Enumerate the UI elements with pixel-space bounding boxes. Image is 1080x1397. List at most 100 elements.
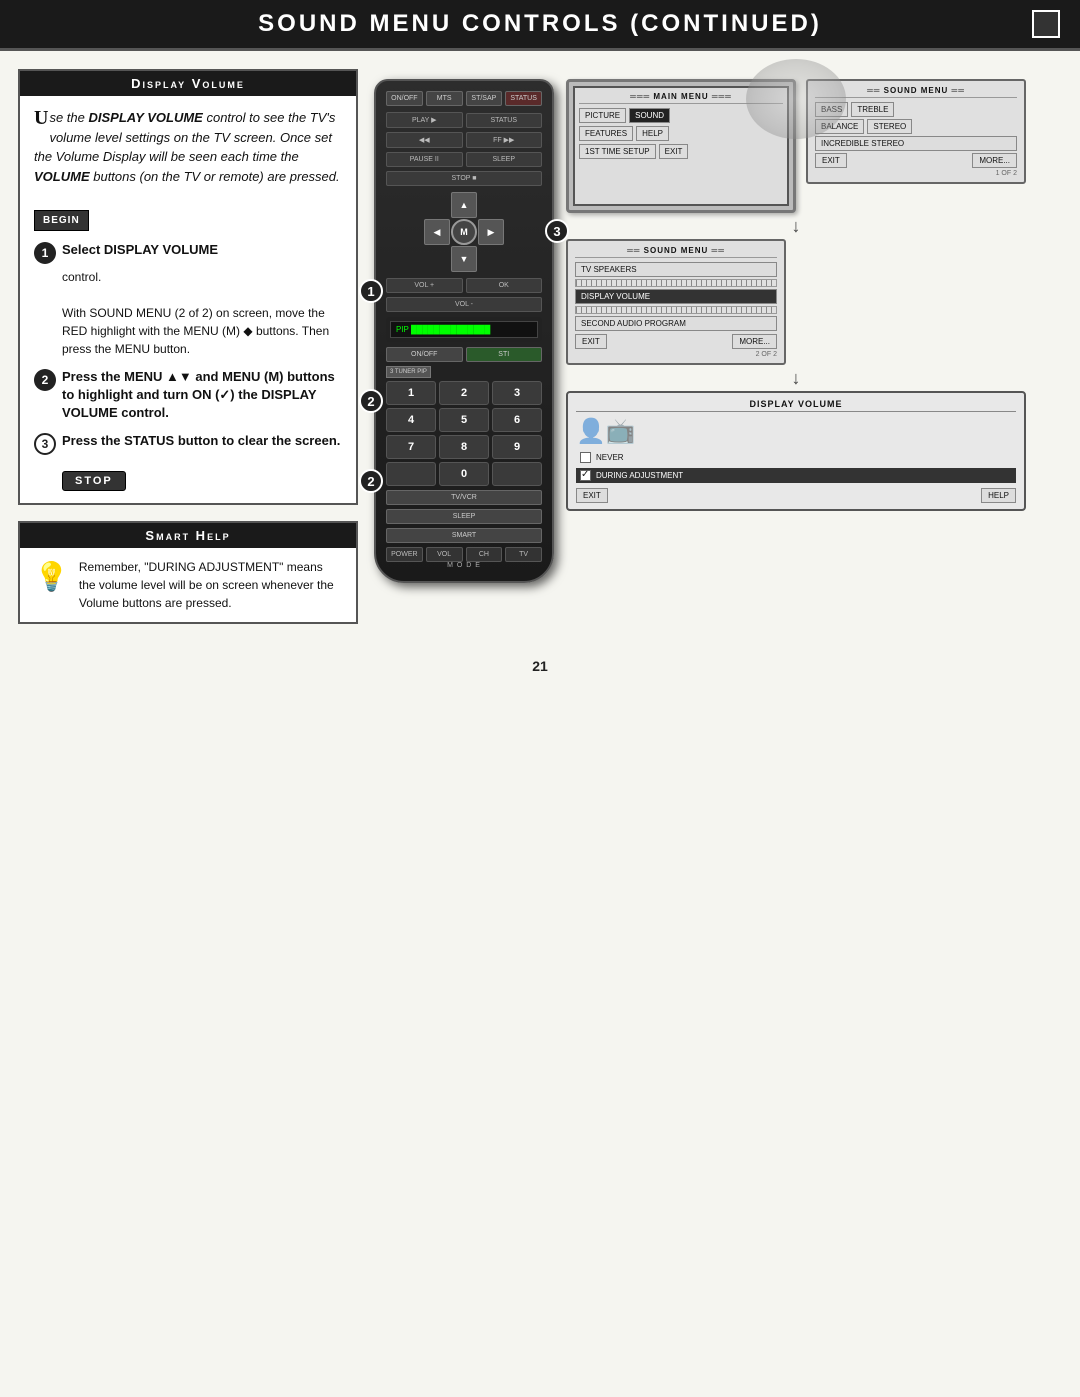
remote-btn-sleep[interactable]: SLEEP (466, 152, 543, 167)
remote-btn-ff[interactable]: FF ▶▶ (466, 132, 543, 148)
remote-num-9[interactable]: 9 (492, 435, 542, 459)
main-menu-sound[interactable]: SOUND (629, 108, 670, 123)
remote-dpad-left[interactable]: ◀ (424, 219, 450, 245)
remote-btn-tuner[interactable]: 3 TUNER PIP (386, 366, 431, 378)
big-tv-wrap: ═══ MAIN MENU ═══ PICTURE SOUND FEATURES… (566, 79, 796, 213)
sound-menu-2-bottom: EXIT MORE... (575, 334, 777, 349)
remote-wrap: 1 2 2 ON/OFF MTS ST/SAP STATUS PLAY ▶ ST… (374, 79, 554, 583)
begin-badge: BEGIN (34, 210, 89, 231)
remote-transport-row: ◀◀ FF ▶▶ (386, 132, 542, 148)
right-screens-wrapper: ═══ MAIN MENU ═══ PICTURE SOUND FEATURES… (566, 79, 1026, 511)
sound-more-2[interactable]: MORE... (732, 334, 777, 349)
sound-tv-speakers[interactable]: TV SPEAKERS (575, 262, 777, 277)
remote-btn-mts[interactable]: MTS (426, 91, 463, 106)
display-vol-screen: DISPLAY VOLUME 👤📺 NEVER DURING AD (566, 391, 1026, 511)
remote-btn-rew[interactable]: ◀◀ (386, 132, 463, 148)
sound-second-audio[interactable]: SECOND AUDIO PROGRAM (575, 316, 777, 331)
remote-num-0-left[interactable] (386, 462, 436, 486)
remote-btn-on-off[interactable]: ON/OFF (386, 91, 423, 106)
remote-btn-play[interactable]: PLAY ▶ (386, 112, 463, 128)
remote-pause-row: PAUSE II SLEEP (386, 152, 542, 167)
remote-btn-smart[interactable]: SMART (386, 528, 542, 543)
main-menu-picture[interactable]: PICTURE (579, 108, 626, 123)
display-vol-help[interactable]: HELP (981, 488, 1016, 503)
remote-num-2[interactable]: 2 (439, 381, 489, 405)
sound-menu-1-row2: BALANCE STEREO (815, 119, 1017, 134)
display-vol-exit[interactable]: EXIT (576, 488, 608, 503)
remote-dpad-center-m[interactable]: M (451, 219, 477, 245)
remote-btn-status[interactable]: STATUS (505, 91, 542, 106)
step-1-circle: 1 (34, 242, 56, 264)
remote-btn-vol-up[interactable]: VOL + (386, 278, 463, 293)
sound-incredible[interactable]: INCREDIBLE STEREO (815, 136, 1017, 151)
remote-num-5[interactable]: 5 (439, 408, 489, 432)
sound-exit-2[interactable]: EXIT (575, 334, 607, 349)
page-title: Sound Menu Controls (Continued) (258, 10, 822, 38)
flow-arrow-2: ↓ (566, 369, 1026, 387)
dpad-empty-tr (478, 192, 504, 218)
step-2-header: 2 Press the MENU ▲▼ and MENU (M) buttons… (34, 368, 342, 423)
main-menu-1st-time[interactable]: 1ST TIME SETUP (579, 144, 656, 159)
during-adjustment-checkbox[interactable] (580, 470, 591, 481)
sound-more-1[interactable]: MORE... (972, 153, 1017, 168)
remote-btn-mts2[interactable]: STI (466, 347, 543, 362)
sound-exit-1[interactable]: EXIT (815, 153, 847, 168)
main-menu-exit[interactable]: EXIT (659, 144, 689, 159)
step-badge-1-on-remote: 1 (359, 279, 383, 303)
remote-btn-ch-bot[interactable]: CH (466, 547, 503, 562)
remote-sleep-row: SLEEP (386, 509, 542, 524)
step-3-circle: 3 (34, 433, 56, 455)
sound-page-2: 2 OF 2 (575, 351, 777, 358)
dpad-empty-bl (424, 246, 450, 272)
sound-display-volume[interactable]: DISPLAY VOLUME (575, 289, 777, 304)
never-checkbox[interactable] (580, 452, 591, 463)
remote-btn-tvcr[interactable]: TV/VCR (386, 490, 542, 505)
remote-num-8[interactable]: 8 (439, 435, 489, 459)
remote-tuner-row: 3 TUNER PIP (386, 366, 542, 378)
remote-btn-status2[interactable]: STATUS (466, 113, 543, 128)
remote-dpad-up[interactable]: ▲ (451, 192, 477, 218)
drop-cap: U (34, 108, 48, 128)
remote-btn-onoff2[interactable]: ON/OFF (386, 347, 463, 362)
sound-page-1: 1 OF 2 (815, 170, 1017, 177)
smart-help-section: Smart Help 💡 Remember, "DURING ADJUSTMEN… (18, 521, 358, 624)
step-badge-2-top-on-remote: 2 (359, 389, 383, 413)
remote-btn-tv-bot[interactable]: TV (505, 547, 542, 562)
remote-play-row: PLAY ▶ STATUS (386, 112, 542, 128)
remote-btn-vol-down[interactable]: VOL - (386, 297, 542, 312)
remote-btn-stop[interactable]: STOP ■ (386, 171, 542, 186)
sound-stereo[interactable]: STEREO (867, 119, 912, 134)
display-vol-deco-row: 👤📺 (576, 417, 1016, 446)
remote-vol-ch-row2: VOL - (386, 297, 542, 312)
remote-btn-power[interactable]: POWER (386, 547, 423, 562)
remote-btn-sleep2[interactable]: SLEEP (386, 509, 542, 524)
remote-btn-ok[interactable]: OK (466, 278, 543, 293)
remote-num-0[interactable]: 0 (439, 462, 489, 486)
dpad-empty-br (478, 246, 504, 272)
remote-num-0-right[interactable] (492, 462, 542, 486)
remote-num-4[interactable]: 4 (386, 408, 436, 432)
remote-num-6[interactable]: 6 (492, 408, 542, 432)
during-adjustment-row: DURING ADJUSTMENT (576, 468, 1016, 483)
intro-text: Use the DISPLAY VOLUME control to see th… (34, 108, 342, 231)
smart-help-body: 💡 Remember, "DURING ADJUSTMENT" means th… (20, 548, 356, 622)
remote-num-1[interactable]: 1 (386, 381, 436, 405)
remote-btn-stsap[interactable]: ST/SAP (466, 91, 503, 106)
remote-num-7[interactable]: 7 (386, 435, 436, 459)
section-body: Use the DISPLAY VOLUME control to see th… (20, 96, 356, 503)
page-header: Sound Menu Controls (Continued) (0, 0, 1080, 51)
main-menu-features[interactable]: FEATURES (579, 126, 633, 141)
display-volume-section: Display Volume Use the DISPLAY VOLUME co… (18, 69, 358, 505)
remote-dpad-right[interactable]: ▶ (478, 219, 504, 245)
remote-btn-vol-bot[interactable]: VOL (426, 547, 463, 562)
step-2-title: Press the MENU ▲▼ and MENU (M) buttons t… (62, 368, 342, 423)
main-menu-help[interactable]: HELP (636, 126, 669, 141)
remote-pip-display: PIP ██████████████ (386, 317, 542, 342)
sound-treble[interactable]: TREBLE (851, 102, 894, 117)
remote-num-3[interactable]: 3 (492, 381, 542, 405)
remote-dpad-down[interactable]: ▼ (451, 246, 477, 272)
remote-btn-pause[interactable]: PAUSE II (386, 152, 463, 167)
step-3-header: 3 Press the STATUS button to clear the s… (34, 432, 342, 455)
remote-dpad-wrap: ▲ ◀ M ▶ ▼ (386, 192, 542, 272)
step-1: 1 Select DISPLAY VOLUME control. With SO… (34, 241, 342, 358)
